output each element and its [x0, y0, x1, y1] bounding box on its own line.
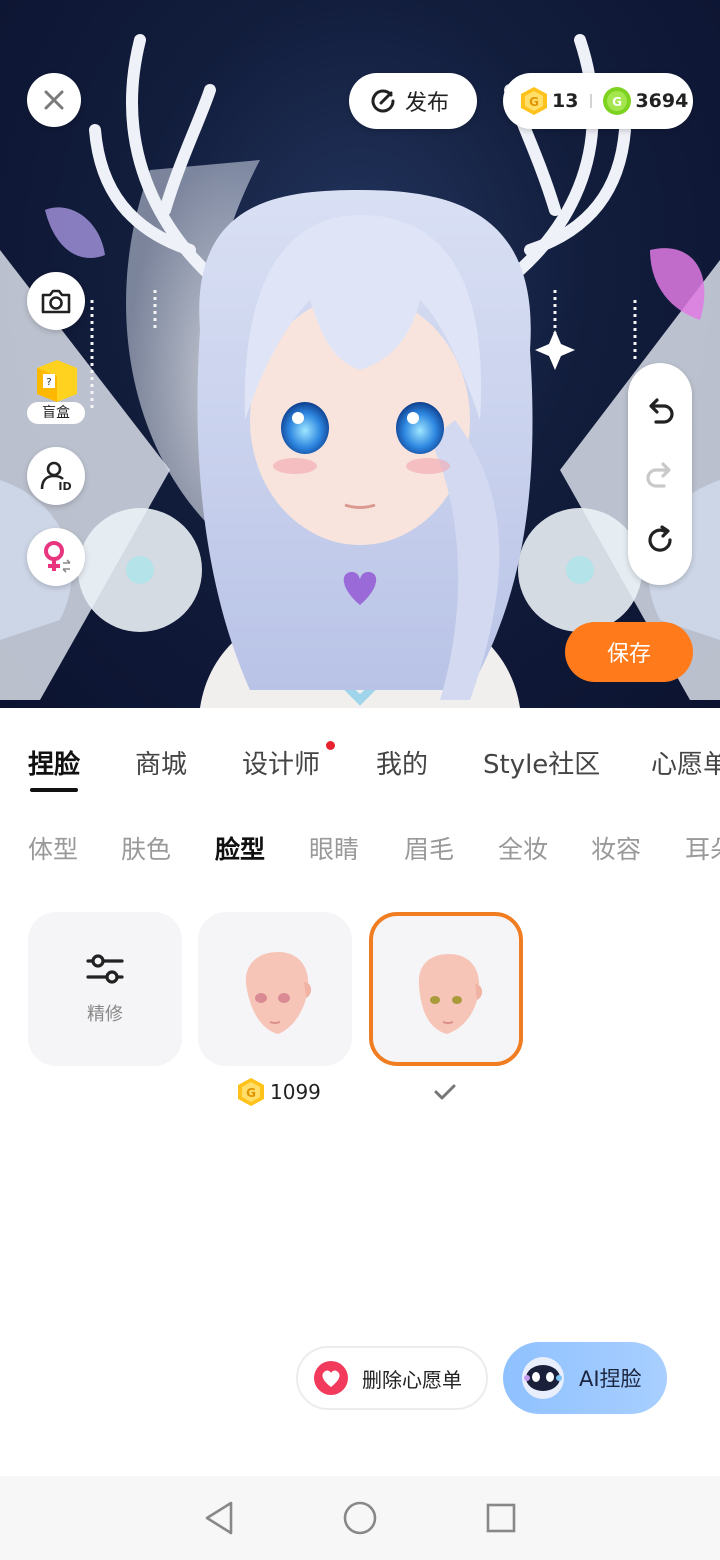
face-head-thumbnail [418, 954, 483, 1034]
publish-label: 发布 [405, 91, 450, 116]
subtab-full-makeup[interactable]: 全妆 [498, 830, 548, 866]
female-gender-icon [44, 541, 71, 573]
blindbox-icon: ? [37, 360, 77, 402]
green-coin-count: 3694 [635, 90, 689, 112]
back-icon[interactable] [203, 1500, 235, 1536]
gender-switch-button[interactable] [27, 528, 85, 586]
subtab-body[interactable]: 体型 [28, 830, 78, 866]
checkmark-icon [434, 1084, 456, 1100]
subtab-ears[interactable]: 耳朵 [685, 830, 720, 866]
blindbox-label: 盲盒 [27, 402, 85, 424]
tab-face-edit[interactable]: 捏脸 [28, 744, 80, 781]
gold-coin-count: 13 [552, 90, 579, 112]
publish-icon [371, 89, 395, 113]
history-controls [628, 363, 692, 585]
undo-button[interactable] [640, 390, 680, 430]
currency-balance[interactable]: G 13 G 3694 [503, 73, 693, 129]
svg-text:G: G [613, 95, 623, 109]
blindbox-button[interactable]: ? 盲盒 [27, 354, 85, 424]
close-icon [44, 90, 64, 110]
gold-coin-icon: G [238, 1078, 264, 1106]
green-coin-icon: G [603, 87, 632, 115]
subtab-makeup[interactable]: 妆容 [591, 830, 641, 866]
face-shape-option-1[interactable] [198, 912, 352, 1066]
publish-button[interactable]: 发布 [349, 73, 477, 129]
camera-icon [41, 289, 71, 314]
active-tab-indicator [30, 788, 78, 792]
fine-tune-label: 精修 [87, 1004, 123, 1025]
main-tab-bar: 捏脸 商城 设计师 我的 Style社区 心愿单 [0, 708, 720, 808]
svg-text:G: G [529, 95, 539, 109]
tab-style-community[interactable]: Style社区 [483, 744, 600, 781]
avatar-viewport[interactable]: 发布 G 13 G 3694 ? 盲盒 ID 保存 [0, 0, 720, 708]
tab-wishlist[interactable]: 心愿单 [651, 744, 720, 781]
remove-wishlist-button[interactable]: 删除心愿单 [296, 1346, 488, 1410]
face-price: G 1099 [236, 1077, 321, 1107]
tab-designer[interactable]: 设计师 [242, 744, 320, 781]
face-price-value: 1099 [270, 1080, 321, 1104]
svg-text:ID: ID [58, 480, 71, 493]
remove-wishlist-label: 删除心愿单 [362, 1367, 462, 1392]
redo-button[interactable] [640, 454, 680, 494]
currency-divider [590, 94, 593, 108]
redo-icon [646, 462, 671, 488]
user-id-icon: ID [40, 461, 72, 493]
category-tab-bar: 体型 肤色 脸型 眼睛 眉毛 全妆 妆容 耳朵 [0, 808, 720, 882]
system-navigation-bar [0, 1476, 720, 1560]
close-button[interactable] [27, 73, 81, 127]
ai-robot-icon [522, 1357, 564, 1399]
reset-button[interactable] [640, 520, 680, 560]
save-button[interactable]: 保存 [565, 622, 693, 682]
heart-icon [314, 1361, 348, 1395]
subtab-face-shape[interactable]: 脸型 [215, 830, 265, 866]
sliders-icon [86, 954, 124, 984]
fine-tune-card[interactable]: 精修 [28, 912, 182, 1066]
camera-button[interactable] [27, 272, 85, 330]
avatar-id-button[interactable]: ID [27, 447, 85, 505]
ai-face-button[interactable]: AI捏脸 [503, 1342, 667, 1414]
tab-shop[interactable]: 商城 [135, 744, 187, 781]
svg-text:?: ? [46, 377, 51, 388]
subtab-eyebrows[interactable]: 眉毛 [404, 830, 454, 866]
face-head-thumbnail [245, 952, 312, 1034]
subtab-skin[interactable]: 肤色 [121, 830, 171, 866]
reset-icon [648, 525, 672, 552]
subtab-eyes[interactable]: 眼睛 [309, 830, 359, 866]
gold-coin-icon: G [521, 87, 547, 115]
face-shape-option-2-selected[interactable] [369, 912, 523, 1066]
ai-face-label: AI捏脸 [579, 1367, 642, 1391]
home-icon[interactable] [342, 1500, 378, 1536]
undo-icon [649, 398, 674, 424]
designer-badge [326, 741, 335, 750]
recents-icon[interactable] [485, 1502, 517, 1534]
svg-text:G: G [246, 1086, 256, 1100]
tab-mine[interactable]: 我的 [376, 744, 428, 781]
